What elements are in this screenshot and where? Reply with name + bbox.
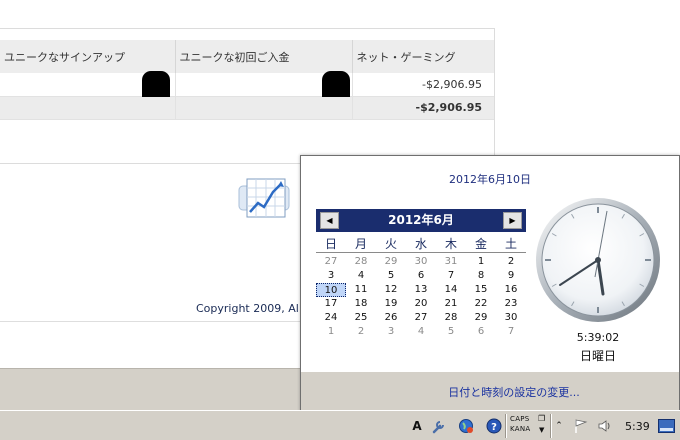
tray-separator — [550, 414, 552, 438]
tray-separator — [505, 414, 507, 438]
calendar-day[interactable]: 24 — [316, 311, 346, 325]
speaker-glyph — [598, 420, 610, 432]
calendar-day[interactable]: 12 — [376, 283, 406, 297]
calendar-day[interactable]: 25 — [346, 311, 376, 325]
calendar-month-title[interactable]: 2012年6月 — [316, 209, 526, 232]
calendar-day[interactable]: 8 — [466, 269, 496, 283]
calendar-day[interactable]: 3 — [376, 325, 406, 339]
calendar-day[interactable]: 7 — [496, 325, 526, 339]
calendar-day[interactable]: 9 — [496, 269, 526, 283]
cell-signups-total — [0, 96, 176, 120]
weekday-header: 日 月 火 水 木 金 土 — [316, 235, 526, 253]
analog-clock-icon — [536, 198, 660, 322]
calendar-day[interactable]: 5 — [436, 325, 466, 339]
table-row: -$2,906.95 — [0, 71, 494, 119]
calendar-day[interactable]: 21 — [436, 297, 466, 311]
calendar-day-grid: 27 28 29 30 31 1 2 3 4 5 6 7 8 9 10 11 12 13 14 15 16 17 18 19 2… — [316, 255, 526, 339]
wrench-icon[interactable] — [430, 415, 448, 437]
calendar-day[interactable]: 17 — [316, 297, 346, 311]
calendar-day[interactable]: 27 — [406, 311, 436, 325]
clock-digital-time: 5:39:02 — [576, 331, 620, 344]
next-month-button[interactable]: ▶ — [503, 212, 522, 229]
cell-net-gaming: -$2,906.95 — [352, 73, 494, 97]
change-date-time-settings-link[interactable]: 日付と時刻の設定の変更... — [301, 384, 679, 400]
calendar-day[interactable]: 14 — [436, 283, 466, 297]
calendar-day[interactable]: 26 — [376, 311, 406, 325]
table-total-row: -$2,906.95 — [0, 96, 494, 120]
show-hidden-icons-chevron-icon[interactable]: ⌃ — [553, 415, 565, 437]
wrench-glyph — [432, 421, 444, 434]
calendar-day[interactable]: 1 — [466, 255, 496, 269]
calendar-day[interactable]: 5 — [376, 269, 406, 283]
copyright-text: Copyright 2009, Al — [196, 302, 299, 315]
calendar-day[interactable]: 20 — [406, 297, 436, 311]
calendar-day[interactable]: 19 — [376, 297, 406, 311]
speaker-icon[interactable] — [596, 415, 614, 437]
calendar-day[interactable]: 23 — [496, 297, 526, 311]
restore-icon[interactable]: ❐ — [538, 414, 545, 424]
calendar-day-selected[interactable]: 10 — [316, 283, 346, 297]
calendar-day[interactable]: 4 — [406, 325, 436, 339]
column-header-unique-first-deposits[interactable]: ユニークな初回ご入金 — [175, 40, 353, 73]
calendar-day[interactable]: 30 — [406, 255, 436, 269]
calendar-day[interactable]: 11 — [346, 283, 376, 297]
caps-kana-indicator[interactable]: CAPS KANA ❐ ▼ — [510, 414, 550, 438]
cell-first-deposits — [175, 71, 353, 119]
table-header-row: ユニークなサインアップ ユニークな初回ご入金 ネット・ゲーミング — [0, 40, 494, 73]
calendar-day[interactable]: 6 — [466, 325, 496, 339]
weekday-label: 土 — [504, 237, 517, 251]
calendar-day[interactable]: 29 — [376, 255, 406, 269]
flag-glyph — [575, 419, 588, 433]
calendar-day[interactable]: 3 — [316, 269, 346, 283]
report-table: ユニークなサインアップ ユニークな初回ご入金 ネット・ゲーミング -$2,906… — [0, 40, 494, 120]
cell-signups — [0, 71, 176, 119]
calendar-day[interactable]: 2 — [346, 325, 376, 339]
network-globe-icon[interactable] — [457, 415, 475, 437]
weekday-label: 金 — [474, 237, 487, 251]
ime-letter: A — [412, 419, 422, 433]
clock-weekday: 日曜日 — [579, 349, 616, 363]
column-header-net-gaming[interactable]: ネット・ゲーミング — [352, 40, 494, 73]
calendar-day[interactable]: 4 — [346, 269, 376, 283]
calendar-day[interactable]: 13 — [406, 283, 436, 297]
popup-footer: 日付と時刻の設定の変更... — [301, 372, 679, 411]
ime-a-icon[interactable]: A — [410, 415, 424, 437]
weekday-label: 火 — [384, 237, 397, 251]
column-header-unique-signups[interactable]: ユニークなサインアップ — [0, 40, 176, 73]
calendar-day[interactable]: 27 — [316, 255, 346, 269]
calendar: ◀ 2012年6月 ▶ 日 月 火 水 木 金 土 27 28 29 30 31 1 2 3 4… — [316, 209, 526, 339]
globe-glyph — [459, 419, 473, 433]
weekday-label: 木 — [444, 237, 457, 251]
calendar-day[interactable]: 16 — [496, 283, 526, 297]
calendar-day[interactable]: 7 — [436, 269, 466, 283]
calendar-day[interactable]: 2 — [496, 255, 526, 269]
cell-first-deposits-total — [175, 96, 353, 120]
full-date-link[interactable]: 2012年6月10日 — [263, 171, 680, 187]
calendar-day[interactable]: 31 — [436, 255, 466, 269]
calendar-day[interactable]: 18 — [346, 297, 376, 311]
calendar-header: ◀ 2012年6月 ▶ — [316, 209, 526, 232]
calendar-day[interactable]: 28 — [346, 255, 376, 269]
weekday-label: 月 — [354, 237, 367, 251]
taskbar: A ? CAPS KANA ❐ ▼ ⌃ 5:39 — [0, 410, 680, 440]
calendar-day[interactable]: 15 — [466, 283, 496, 297]
flag-icon[interactable] — [572, 415, 590, 437]
calendar-day[interactable]: 1 — [316, 325, 346, 339]
weekday-label: 水 — [414, 237, 427, 251]
report-panel: ユニークなサインアップ ユニークな初回ご入金 ネット・ゲーミング -$2,906… — [0, 28, 495, 164]
help-glyph: ? — [486, 418, 502, 434]
weekday-label: 日 — [324, 237, 337, 251]
svg-text:?: ? — [491, 422, 497, 433]
calendar-day[interactable]: 28 — [436, 311, 466, 325]
show-desktop-icon[interactable] — [658, 419, 675, 433]
calendar-day[interactable]: 30 — [496, 311, 526, 325]
menu-down-icon[interactable]: ▼ — [539, 425, 545, 435]
taskbar-clock[interactable]: 5:39 — [625, 420, 650, 433]
cell-net-gaming-total: -$2,906.95 — [352, 96, 494, 120]
calendar-day[interactable]: 6 — [406, 269, 436, 283]
help-icon[interactable]: ? — [485, 415, 503, 437]
calendar-day[interactable]: 22 — [466, 297, 496, 311]
calendar-day[interactable]: 29 — [466, 311, 496, 325]
